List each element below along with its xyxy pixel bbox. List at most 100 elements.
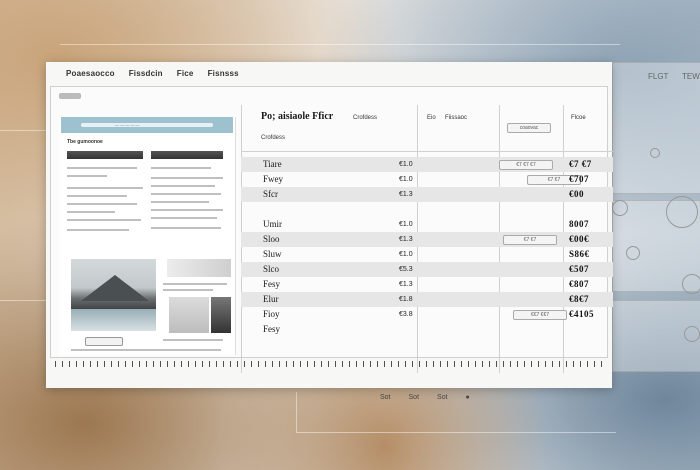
row-label: Elur — [263, 294, 279, 304]
table-row[interactable] — [241, 202, 613, 217]
row-total: €8€7 — [569, 294, 589, 304]
status-item: Sot — [437, 394, 448, 401]
menu-item[interactable]: Fice — [177, 69, 194, 78]
lake — [71, 309, 156, 331]
side-label: TEW — [682, 72, 700, 81]
preview-text-line — [151, 185, 215, 187]
row-chip[interactable]: €7 €7 €7 — [499, 160, 553, 170]
row-total: €00€ — [569, 234, 589, 244]
mountain-peak — [81, 275, 149, 301]
row-label: Tiare — [263, 159, 282, 169]
background-frame-line — [296, 392, 297, 432]
row-total: €807 — [569, 279, 589, 289]
row-total: S86€ — [569, 249, 590, 259]
mountain-photo — [71, 259, 156, 331]
background-frame-line — [60, 44, 620, 45]
side-panel — [612, 62, 700, 194]
preview-text-line — [151, 193, 221, 195]
row-label: Fioy — [263, 309, 280, 319]
status-item: Sot — [380, 394, 391, 401]
timeline-ruler[interactable] — [55, 361, 605, 367]
menu-item[interactable]: Poaesaocco — [66, 69, 115, 78]
preview-banner: — — — — — — [61, 117, 233, 133]
preview-button[interactable] — [85, 337, 123, 346]
table-row[interactable]: Fwey €1.0 €7 €7 €707 — [241, 172, 613, 187]
preview-image — [211, 297, 231, 333]
row-value: €1.3 — [399, 236, 413, 243]
side-circle-icon — [666, 196, 698, 228]
row-value: €1.0 — [399, 176, 413, 183]
preview-image — [167, 259, 231, 277]
table-row[interactable]: Umir €1.0 8007 — [241, 217, 613, 232]
preview-text-line — [151, 227, 221, 229]
row-chip[interactable]: €€7 €€7 — [513, 310, 567, 320]
row-value: €3.8 — [399, 311, 413, 318]
row-total: €707 — [569, 174, 589, 184]
table-row[interactable]: Sluw €1.0 S86€ — [241, 247, 613, 262]
row-label: Sloo — [263, 234, 280, 244]
row-value: €1.0 — [399, 161, 413, 168]
table-row[interactable]: Tiare €1.0 €7 €7 €7 €7 €7 — [241, 157, 613, 172]
table-title: Po; aisiaole Fficr — [261, 111, 334, 122]
row-value: €1.0 — [399, 221, 413, 228]
table-row[interactable]: Fesy — [241, 322, 613, 337]
side-label: FLGT — [648, 72, 669, 81]
record-icon[interactable]: ● — [466, 394, 470, 401]
table-row[interactable]: Sloo €1.3 €7 €7 €00€ — [241, 232, 613, 247]
row-total: €507 — [569, 264, 589, 274]
status-bar: Sot Sot Sot ● — [380, 394, 470, 401]
background-frame-line — [0, 130, 46, 131]
column-header: Crofdess — [353, 115, 378, 121]
preview-text-line — [151, 177, 223, 179]
table-rule — [241, 151, 613, 152]
header-chip[interactable]: coaovac — [507, 123, 551, 133]
preview-banner-text: — — — — — — [115, 122, 140, 127]
preview-text-line — [67, 167, 137, 169]
column-subheader: Crofdess — [261, 135, 286, 141]
row-value: €1.3 — [399, 191, 413, 198]
preview-text-line — [67, 219, 141, 221]
preview-image — [169, 297, 209, 333]
row-label: Fwey — [263, 174, 283, 184]
row-chip[interactable]: €7 €7 — [503, 235, 557, 245]
row-total: €00 — [569, 189, 584, 199]
data-table: Po; aisiaole Fficr Crofdess Eio Fiissaoc… — [241, 105, 613, 373]
web-preview: — — — — — Tbe gumoonoe — [59, 117, 236, 355]
table-row[interactable]: Sfcr €1.3 €00 — [241, 187, 613, 202]
content-panel: — — — — — Tbe gumoonoe Po; aisiaole Ffic… — [50, 86, 613, 373]
preview-text-line — [67, 229, 129, 231]
preview-text-line — [67, 187, 143, 189]
background-frame-line — [296, 432, 616, 433]
row-total: €7 €7 — [569, 159, 592, 169]
row-label: Fesy — [263, 324, 281, 334]
preview-text-line — [163, 289, 213, 291]
side-circle-icon — [612, 200, 628, 216]
menu-item[interactable]: Fissdcin — [129, 69, 163, 78]
table-row[interactable]: Slco €5.3 €507 — [241, 262, 613, 277]
column-header: Flcoe — [571, 115, 586, 121]
background-frame-line — [0, 300, 46, 301]
menu-item[interactable]: Fisnsss — [208, 69, 239, 78]
side-circle-icon — [682, 274, 700, 294]
row-value: €1.0 — [399, 251, 413, 258]
preview-text-line — [67, 195, 127, 197]
side-circle-icon — [626, 246, 640, 260]
menu-bar: Poaesaocco Fissdcin Fice Fisnsss — [46, 62, 612, 84]
row-value: €1.3 — [399, 281, 413, 288]
preview-image — [151, 151, 223, 159]
preview-text-line — [163, 339, 223, 341]
table-row[interactable]: Elur €1.8 €8€7 — [241, 292, 613, 307]
panel-handle[interactable] — [59, 93, 81, 99]
row-label: Sluw — [263, 249, 282, 259]
column-header: Fiissaoc — [445, 115, 468, 121]
preview-image — [67, 151, 143, 159]
row-value: €5.3 — [399, 266, 413, 273]
row-label: Umir — [263, 219, 282, 229]
preview-text-line — [163, 283, 227, 285]
preview-text-line — [67, 175, 107, 177]
table-row[interactable]: Fioy €3.8 €€7 €€7 €4105 — [241, 307, 613, 322]
table-row[interactable]: Fesy €1.3 €807 — [241, 277, 613, 292]
row-total: 8007 — [569, 219, 589, 229]
column-header: Eio — [427, 115, 436, 121]
preview-text-line — [151, 217, 217, 219]
